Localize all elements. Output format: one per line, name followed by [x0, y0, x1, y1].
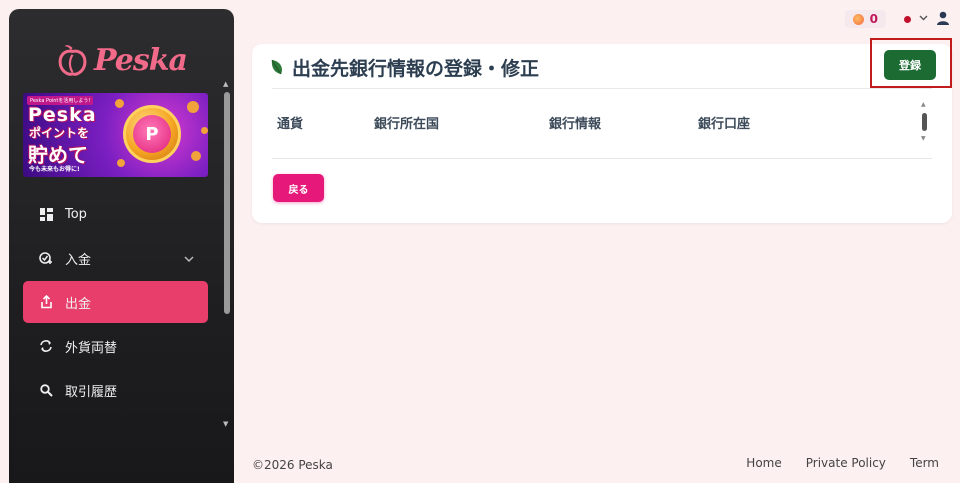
register-button[interactable]: 登録 [884, 50, 936, 80]
scroll-down-arrow-icon[interactable]: ▼ [921, 135, 926, 142]
dashboard-icon [39, 207, 53, 221]
sidebar-item-label: 外貨両替 [65, 340, 118, 356]
sidebar-scroll-thumb[interactable] [224, 92, 230, 314]
sidebar-item-label: Top [65, 206, 87, 222]
peach-logo-icon [58, 45, 87, 76]
banner-line-4: 今も未来もお得に! [29, 166, 80, 173]
coin-dot [187, 101, 199, 113]
coin-icon: P [123, 105, 181, 163]
sidebar-nav: Top 入金 出金 外貨両替 取引履歴 [23, 193, 208, 413]
copyright-text: ©2026 Peska [252, 458, 333, 472]
back-button[interactable]: 戻る [273, 174, 324, 202]
deposit-icon [39, 251, 53, 265]
coin-dot [201, 127, 208, 134]
user-icon[interactable] [936, 10, 950, 29]
footer-links: Home Private Policy Term [746, 456, 939, 470]
bank-info-card: 出金先銀行情報の登録・修正 登録 通貨 銀行所在国 銀行情報 銀行口座 ▲ ▼ … [252, 38, 952, 223]
scroll-down-arrow-icon[interactable]: ▼ [223, 420, 228, 428]
language-flag-icon[interactable] [904, 15, 911, 23]
footer-link-term[interactable]: Term [910, 456, 939, 470]
points-value: 0 [869, 12, 878, 26]
sidebar-item-history[interactable]: 取引履歴 [23, 369, 208, 411]
sidebar-item-label: 出金 [65, 296, 92, 312]
sidebar-item-top[interactable]: Top [23, 193, 208, 235]
sidebar-scrollbar[interactable]: ▲ ▼ [222, 80, 232, 432]
coin-dot [191, 151, 201, 161]
withdraw-icon [39, 295, 53, 309]
peska-logo[interactable]: Peska [57, 37, 188, 83]
page-title-text: 出金先銀行情報の登録・修正 [292, 57, 540, 80]
points-banner[interactable]: Peska Pointを活用しよう! Peska ポイントを 貯めて 今も未来も… [23, 93, 208, 177]
sidebar-item-deposit[interactable]: 入金 [23, 237, 208, 279]
divider [272, 158, 932, 159]
footer-link-home[interactable]: Home [746, 456, 781, 470]
coin-dot [117, 159, 125, 167]
column-header-bank-account: 銀行口座 [698, 117, 751, 132]
chevron-down-icon[interactable] [184, 252, 194, 267]
scroll-up-arrow-icon[interactable]: ▲ [223, 80, 228, 88]
exchange-icon [39, 339, 53, 353]
scroll-up-arrow-icon[interactable]: ▲ [921, 101, 926, 108]
logo-text: Peska [94, 42, 188, 78]
footer-link-privacy-policy[interactable]: Private Policy [806, 456, 886, 470]
sidebar-item-exchange[interactable]: 外貨両替 [23, 325, 208, 367]
column-header-currency: 通貨 [277, 117, 304, 132]
table-scroll-thumb[interactable] [922, 113, 927, 131]
sidebar: Peska Peska Pointを活用しよう! Peska ポイントを 貯めて… [9, 9, 234, 483]
banner-line-1: Peska [28, 104, 97, 126]
table-scrollbar[interactable]: ▲ ▼ [920, 101, 930, 143]
sidebar-item-label: 取引履歴 [65, 384, 118, 400]
divider [272, 88, 932, 89]
points-icon [852, 13, 864, 25]
page-title: 出金先銀行情報の登録・修正 [270, 54, 539, 80]
topbar: 0 [844, 8, 950, 30]
leaf-icon [271, 59, 282, 75]
column-header-bank-info: 銀行情報 [549, 117, 602, 132]
sidebar-item-withdraw[interactable]: 出金 [23, 281, 208, 323]
points-display[interactable]: 0 [844, 10, 886, 28]
coin-letter: P [133, 115, 171, 153]
chevron-down-icon[interactable] [919, 14, 928, 24]
sidebar-item-label: 入金 [65, 252, 92, 268]
column-header-bank-country: 銀行所在国 [374, 117, 440, 132]
search-icon [39, 383, 53, 397]
coin-dot [115, 99, 124, 108]
